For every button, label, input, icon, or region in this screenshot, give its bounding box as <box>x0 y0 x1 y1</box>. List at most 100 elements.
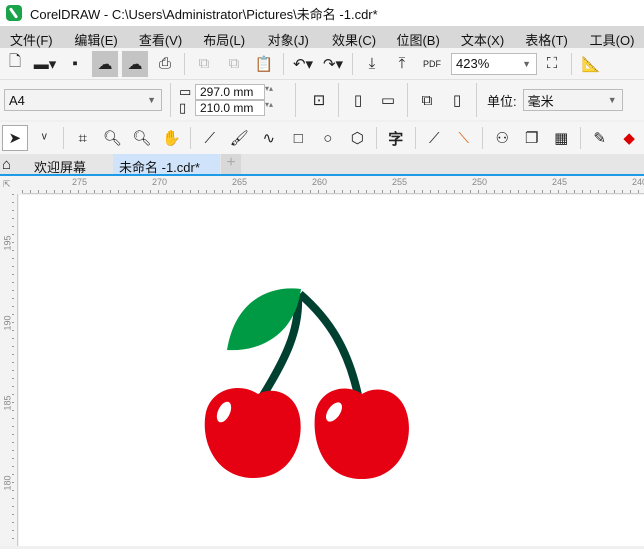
ruler-label: 275 <box>72 177 88 187</box>
cut-icon[interactable]: ⧉ <box>191 51 217 77</box>
menu-text[interactable]: 文本(X) <box>451 26 515 48</box>
width-spinner[interactable]: ▾▴ <box>265 84 287 100</box>
chevron-down-icon: ▼ <box>607 95 617 105</box>
page-background-icon[interactable]: ⊡ <box>306 87 332 113</box>
divider <box>476 83 477 117</box>
menu-effects[interactable]: 效果(C) <box>322 26 386 48</box>
standard-toolbar: 🗋 ▬▾ ▪ ☁ ☁ ⎙ ⧉ ⧉ 📋 ↶▾ ↷▾ ⤓ ⤒ PDF 423% ▼ ⛶… <box>0 48 644 80</box>
tab-document[interactable]: 未命名 -1.cdr* <box>113 154 220 175</box>
ruler-label: 265 <box>232 177 248 187</box>
import-icon[interactable]: ⤓ <box>359 51 385 77</box>
save-icon[interactable]: ▪ <box>62 51 88 77</box>
chevron-down-icon: ▼ <box>522 58 531 69</box>
toolbox: ➤ ᵛ ⌗ 🔍︎ 🔍︎ ✋ ⟋ 🖌 ∿ □ ○ ⬡ 字 ⟋ ⟍ ⚇ ❐ ▦ ✎ … <box>0 122 644 154</box>
pick-tool-icon[interactable]: ➤ <box>2 125 28 151</box>
page-width-icon: ▭ <box>179 84 192 99</box>
divider <box>482 127 484 149</box>
ellipse-tool-icon[interactable]: ○ <box>315 125 341 151</box>
zoom-tool-icon[interactable]: 🔍︎ <box>100 125 126 151</box>
ruler-label: 255 <box>392 177 408 187</box>
menu-bar: 文件(F) 编辑(E) 查看(V) 布局(L) 对象(J) 效果(C) 位图(B… <box>0 26 644 48</box>
ruler-origin-icon[interactable]: ⇱ <box>0 176 22 194</box>
portrait-icon[interactable]: ▯ <box>345 87 371 113</box>
divider <box>579 127 581 149</box>
units-select[interactable]: 毫米 ▼ <box>522 89 623 111</box>
page-height-icon: ▯ <box>179 100 187 115</box>
divider <box>63 127 65 149</box>
divider <box>352 52 353 75</box>
artistic-media-tool-icon[interactable]: 🖌 <box>227 125 253 151</box>
divider <box>338 83 339 117</box>
page-size-select[interactable]: A4 ▼ <box>4 89 162 111</box>
menu-view[interactable]: 查看(V) <box>129 26 193 48</box>
height-spinner[interactable]: ▾▴ <box>265 100 287 116</box>
menu-object[interactable]: 对象(J) <box>258 26 322 48</box>
divider <box>184 52 185 75</box>
text-tool-icon[interactable]: 字 <box>383 125 409 151</box>
zoom-value: 423% <box>456 56 490 71</box>
menu-table[interactable]: 表格(T) <box>515 26 579 48</box>
divider <box>295 83 296 117</box>
current-page-icon[interactable]: ▯ <box>444 87 470 113</box>
divider <box>283 52 284 75</box>
menu-file[interactable]: 文件(F) <box>0 26 64 48</box>
menu-tools[interactable]: 工具(O) <box>580 26 644 48</box>
all-pages-icon[interactable]: ⧉ <box>414 87 440 113</box>
new-tab-button[interactable]: + <box>221 154 241 174</box>
right-stem <box>297 290 362 396</box>
horizontal-ruler[interactable]: 275 270 265 260 255 250 245 240 <box>22 176 644 194</box>
landscape-icon[interactable]: ▭ <box>375 87 401 113</box>
zoom-level-select[interactable]: 423% ▼ <box>451 52 537 75</box>
pdf-export-icon[interactable]: PDF <box>419 51 445 77</box>
export-icon[interactable]: ⤒ <box>389 51 415 77</box>
cloud-download-icon[interactable]: ☁ <box>92 50 118 77</box>
chevron-down-icon: ▼ <box>147 95 156 105</box>
divider <box>571 52 572 75</box>
freehand-tool-icon[interactable]: ⟋ <box>197 125 223 151</box>
cherry-artwork[interactable] <box>19 195 644 546</box>
window-title: CorelDRAW - C:\Users\Administrator\Pictu… <box>30 6 378 22</box>
ruler-label: 270 <box>152 177 168 187</box>
cloud-upload-icon[interactable]: ☁ <box>122 50 148 77</box>
connector-tool-icon[interactable]: ⟍ <box>451 125 477 151</box>
vertical-ruler[interactable]: 195 190 185 180 <box>0 194 18 546</box>
zoom-out-tool-icon[interactable]: 🔍︎ <box>129 125 155 151</box>
ruler-ticks <box>12 194 14 546</box>
page-height-input[interactable]: 210.0 mm <box>195 100 265 116</box>
new-document-icon[interactable]: 🗋 <box>2 51 28 77</box>
ruler-ticks <box>22 190 644 193</box>
full-screen-icon[interactable]: ⛶ <box>539 51 565 77</box>
units-label: 单位: <box>487 93 517 109</box>
home-icon[interactable]: ⌂ <box>2 156 11 173</box>
ruler-label: 245 <box>552 177 568 187</box>
title-bar: CorelDRAW - C:\Users\Administrator\Pictu… <box>0 0 644 26</box>
drawing-canvas[interactable] <box>19 195 644 546</box>
pan-tool-icon[interactable]: ✋ <box>159 125 185 151</box>
tab-welcome[interactable]: 欢迎屏幕 <box>34 157 86 176</box>
page-width-input[interactable]: 297.0 mm <box>195 84 265 100</box>
paste-icon[interactable]: 📋 <box>251 51 277 77</box>
page-height-value: 210.0 mm <box>200 101 254 115</box>
shape-tool-icon[interactable]: ᵛ <box>32 125 58 151</box>
redo-icon[interactable]: ↷▾ <box>320 51 346 77</box>
transparency-tool-icon[interactable]: ▦ <box>548 125 574 151</box>
crop-tool-icon[interactable]: ⌗ <box>70 125 96 151</box>
open-folder-icon[interactable]: ▬▾ <box>32 51 58 77</box>
bezier-tool-icon[interactable]: ∿ <box>256 125 282 151</box>
page-width-value: 297.0 mm <box>200 85 254 99</box>
menu-bitmaps[interactable]: 位图(B) <box>386 26 450 48</box>
interactive-fill-tool-icon[interactable]: ◆ <box>616 125 642 151</box>
left-cherry <box>204 388 301 478</box>
undo-icon[interactable]: ↶▾ <box>290 51 316 77</box>
menu-edit[interactable]: 编辑(E) <box>64 26 128 48</box>
print-icon[interactable]: ⎙ <box>152 51 178 77</box>
rectangle-tool-icon[interactable]: □ <box>286 125 312 151</box>
menu-layout[interactable]: 布局(L) <box>193 26 257 48</box>
blend-tool-icon[interactable]: ⚇ <box>489 125 515 151</box>
options-icon[interactable]: 📐 <box>578 51 604 77</box>
dimension-tool-icon[interactable]: ⟋ <box>421 125 447 151</box>
drop-shadow-tool-icon[interactable]: ❐ <box>519 125 545 151</box>
eyedropper-tool-icon[interactable]: ✎ <box>587 125 613 151</box>
copy-icon[interactable]: ⧉ <box>221 51 247 77</box>
polygon-tool-icon[interactable]: ⬡ <box>345 125 371 151</box>
